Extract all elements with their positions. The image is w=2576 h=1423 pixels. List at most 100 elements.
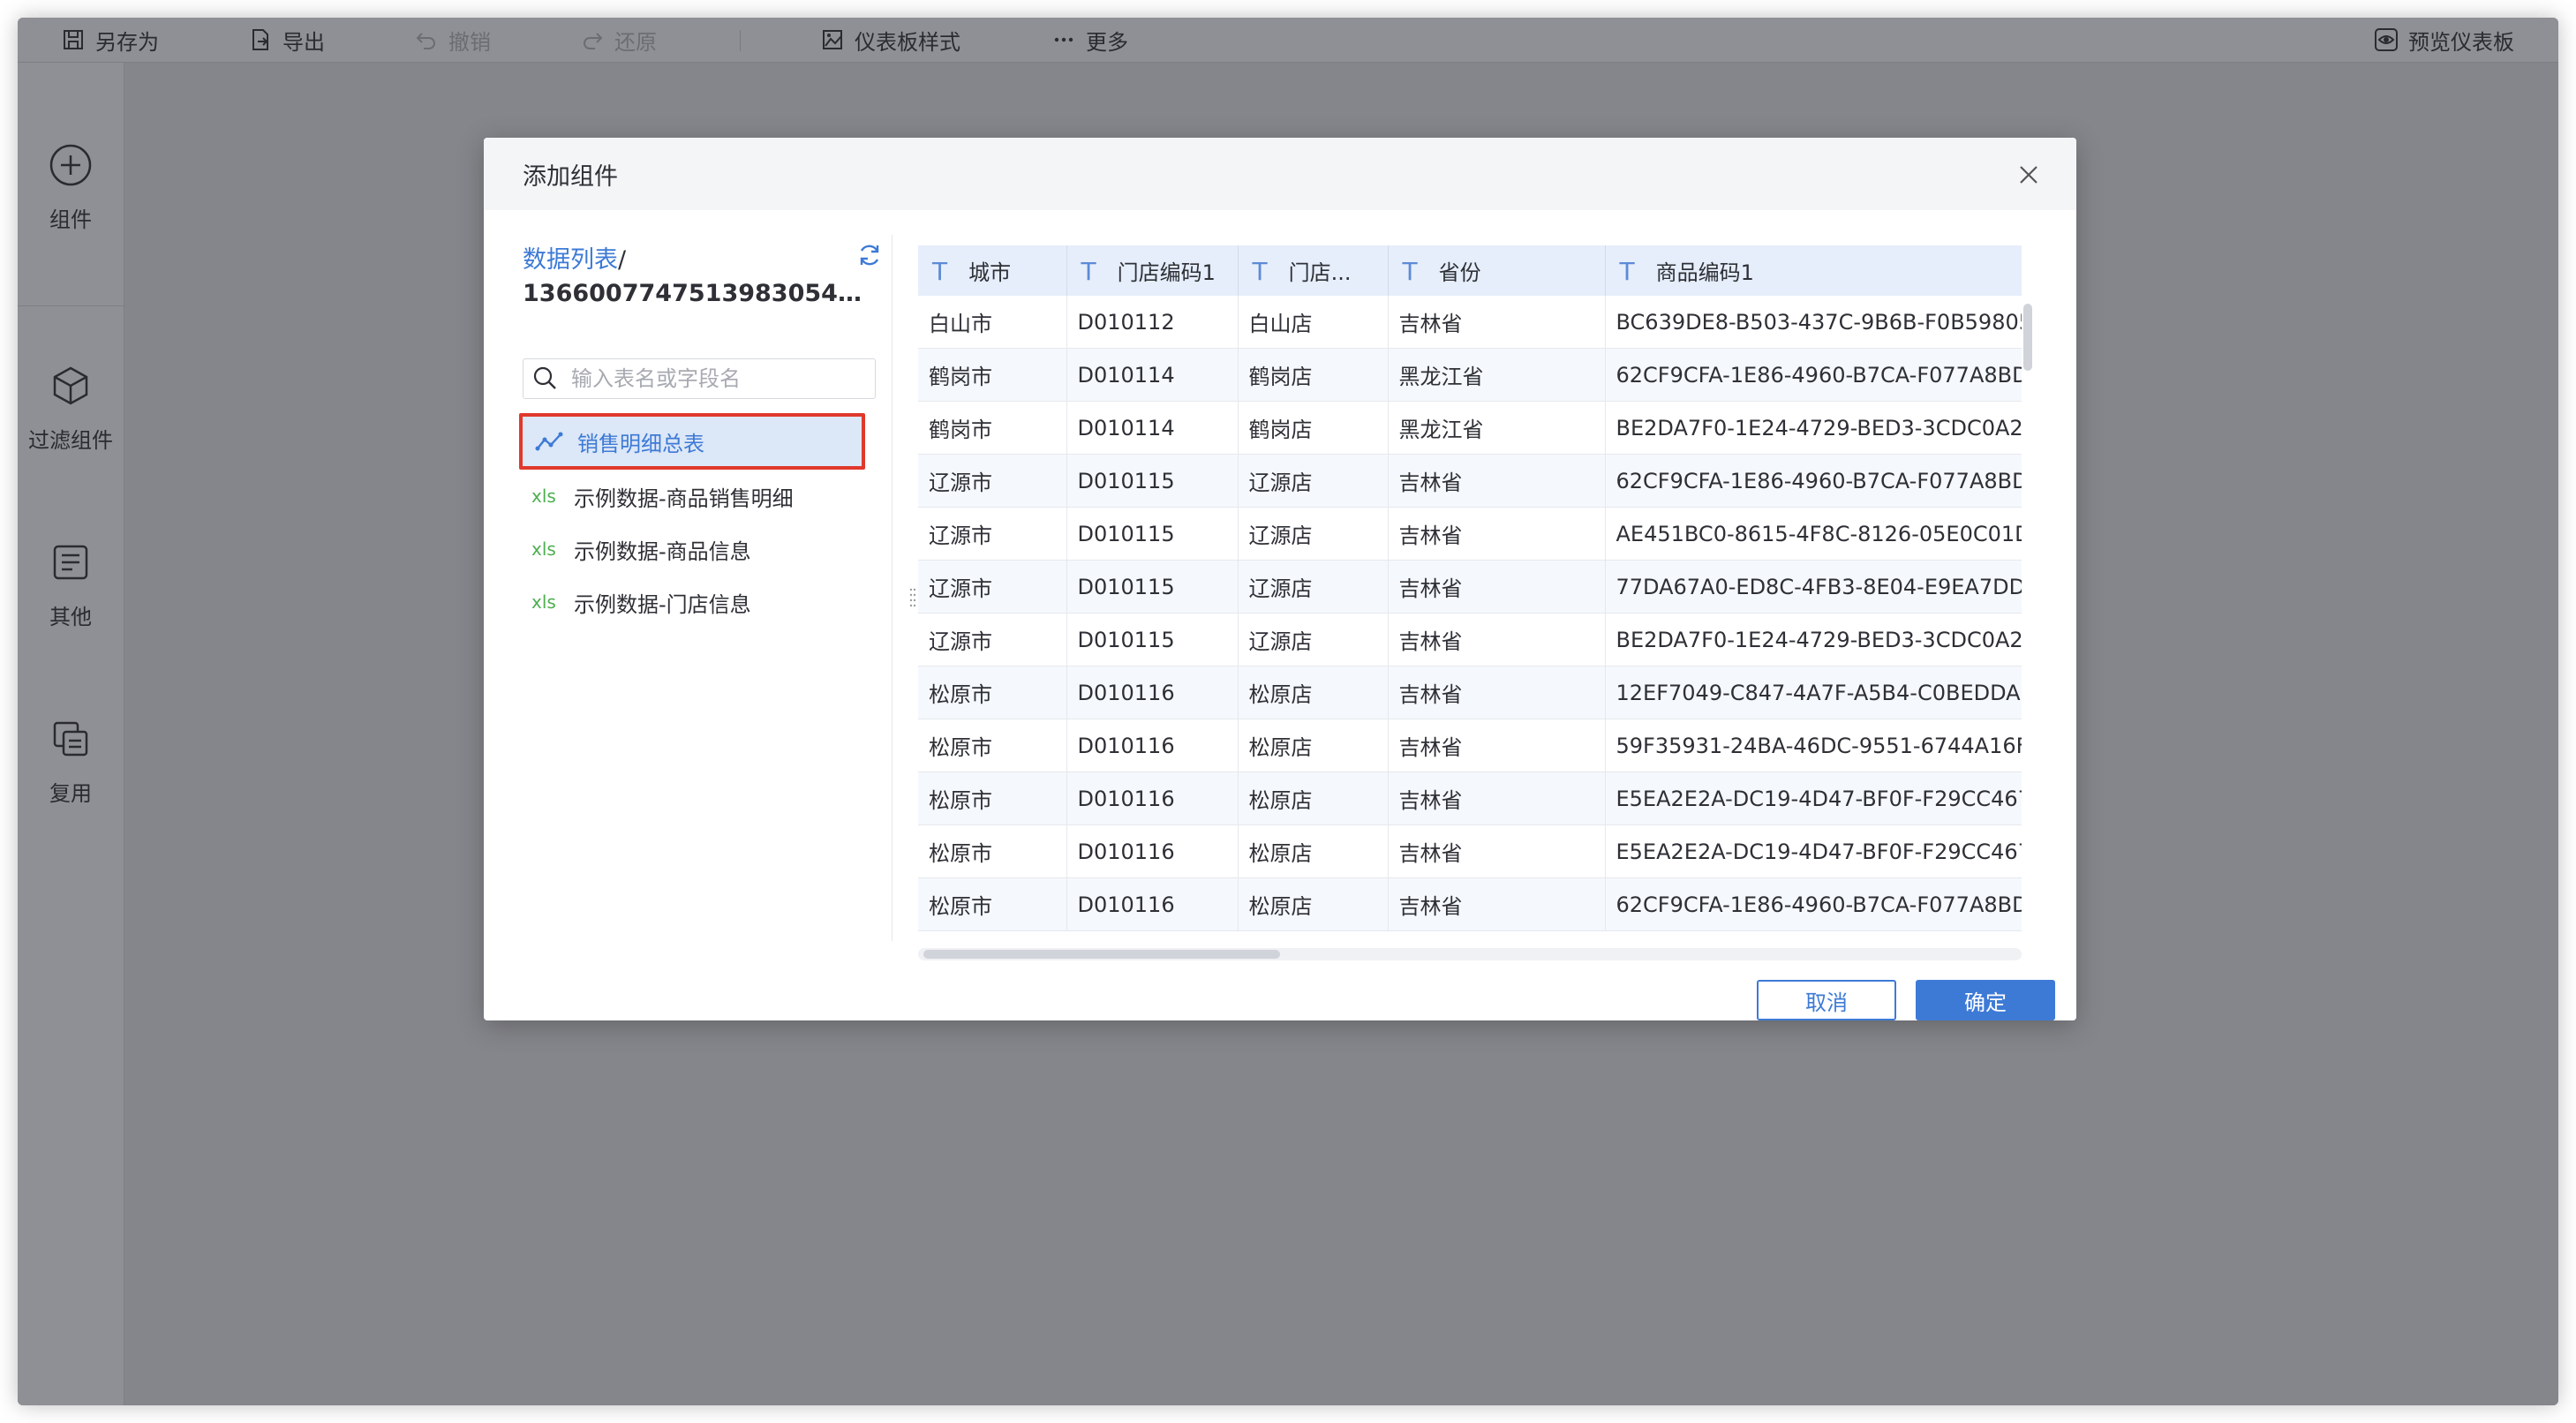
undo-button[interactable]: 撤销 [413, 18, 491, 62]
column-label: 门店编码1 [1117, 260, 1216, 285]
sidebar-item-filter[interactable]: 过滤组件 [18, 361, 124, 454]
breadcrumb: 数据列表/ 1366007747513983054@AD... [523, 244, 876, 311]
table-row[interactable]: 松原市 D010116 松原店 吉林省 59F35931-24BA-46DC-9551-… [918, 719, 2022, 772]
breadcrumb-account: 1366007747513983054@AD... [523, 280, 876, 307]
table-row[interactable]: 鹤岗市 D010114 鹤岗店 黑龙江省 BE2DA7F0-1E24-4729-BED3… [918, 401, 2022, 455]
save-as-button[interactable]: 另存为 [60, 18, 159, 62]
dashboard-style-button[interactable]: 仪表板样式 [819, 18, 960, 62]
table-item-sales-detail-summary[interactable]: 销售明细总表 [519, 413, 865, 470]
table-cell: D010114 [1066, 348, 1239, 402]
export-button[interactable]: 导出 [247, 18, 325, 62]
scrollbar-thumb[interactable] [923, 950, 1280, 959]
table-row[interactable]: 松原市 D010116 松原店 吉林省 62CF9CFA-1E86-4960-B7CA-… [918, 877, 2022, 931]
table-cell: 辽源店 [1238, 507, 1389, 561]
table-item-label: 示例数据-商品信息 [574, 538, 751, 564]
vertical-scrollbar[interactable] [2023, 304, 2032, 957]
table-cell: 辽源店 [1238, 454, 1389, 508]
table-row[interactable]: 辽源市 D010115 辽源店 吉林省 AE451BC0-8615-4F8C-8126-… [918, 507, 2022, 561]
sidebar-label-filter: 过滤组件 [28, 428, 113, 453]
sidebar-item-reuse[interactable]: 复用 [18, 714, 124, 807]
table-row[interactable]: 辽源市 D010115 辽源店 吉林省 77DA67A0-ED8C-4FB3-8E04-… [918, 560, 2022, 614]
cancel-button[interactable]: 取消 [1757, 980, 1896, 1020]
table-row[interactable]: 松原市 D010116 松原店 吉林省 E5EA2E2A-DC19-4D47-BF0F-… [918, 772, 2022, 825]
table-row[interactable]: 辽源市 D010115 辽源店 吉林省 BE2DA7F0-1E24-4729-BED3-… [918, 613, 2022, 666]
xls-icon: xls [531, 484, 563, 508]
more-button[interactable]: 更多 [1051, 18, 1128, 62]
table-item-sample-sales-detail[interactable]: xls 示例数据-商品销售明细 [519, 470, 890, 523]
scrollbar-thumb[interactable] [2023, 304, 2032, 371]
document-icon [46, 538, 95, 587]
table-row[interactable]: 松原市 D010116 松原店 吉林省 E5EA2E2A-DC19-4D47-BF0F-… [918, 824, 2022, 878]
more-label: 更多 [1086, 29, 1128, 55]
table-cell: 吉林省 [1388, 719, 1606, 772]
table-cell: D010116 [1066, 824, 1239, 878]
save-icon [60, 26, 87, 53]
search-field[interactable] [523, 358, 876, 399]
table-cell: D010115 [1066, 560, 1239, 614]
refresh-icon[interactable] [856, 242, 885, 270]
redo-button[interactable]: 还原 [579, 18, 657, 62]
table-cell: 黑龙江省 [1388, 348, 1606, 402]
table-cell: BE2DA7F0-1E24-4729-BED3-3CDC0A2E4 [1605, 401, 2022, 455]
table-cell: D010115 [1066, 507, 1239, 561]
table-row[interactable]: 白山市 D010112 白山店 吉林省 BC639DE8-B503-437C-9B6B-… [918, 296, 2022, 349]
table-cell: D010116 [1066, 772, 1239, 825]
sidebar-item-other[interactable]: 其他 [18, 538, 124, 630]
panel-divider [892, 235, 893, 941]
save-as-label: 另存为 [95, 29, 159, 55]
sidebar-label-other: 其他 [49, 605, 92, 629]
table-cell: D010116 [1066, 719, 1239, 772]
resize-handle[interactable] [909, 586, 916, 613]
table-row[interactable]: 松原市 D010116 松原店 吉林省 12EF7049-C847-4A7F-A5B4-… [918, 666, 2022, 719]
table-cell: 吉林省 [1388, 507, 1606, 561]
table-cell: 松原店 [1238, 719, 1389, 772]
table-cell: 辽源市 [918, 560, 1067, 614]
confirm-button[interactable]: 确定 [1916, 980, 2055, 1020]
column-header[interactable]: T 门店... [1238, 245, 1389, 296]
table-cell: 白山店 [1238, 296, 1389, 349]
image-style-icon [819, 26, 846, 53]
preview-dashboard-button[interactable]: 预览仪表板 [2373, 18, 2514, 62]
table-cell: 松原店 [1238, 772, 1389, 825]
column-header[interactable]: T 省份 [1388, 245, 1606, 296]
breadcrumb-data-list-link[interactable]: 数据列表 [523, 246, 618, 274]
table-row[interactable]: 鹤岗市 D010114 鹤岗店 黑龙江省 62CF9CFA-1E86-4960-B7CA… [918, 348, 2022, 402]
left-sidebar: 组件 过滤组件 其他 复用 [18, 63, 124, 1405]
table-item-label: 示例数据-商品销售明细 [574, 486, 794, 511]
table-cell: D010115 [1066, 454, 1239, 508]
sidebar-item-component[interactable]: 组件 [18, 140, 124, 233]
table-cell: D010116 [1066, 877, 1239, 931]
column-header[interactable]: T 门店编码1 [1066, 245, 1239, 296]
table-cell: D010115 [1066, 613, 1239, 666]
redo-label: 还原 [614, 29, 657, 55]
table-cell: AE451BC0-8615-4F8C-8126-05E0C01DDF [1605, 507, 2022, 561]
table-cell: 松原店 [1238, 666, 1389, 719]
table-cell: E5EA2E2A-DC19-4D47-BF0F-F29CC467A [1605, 772, 2022, 825]
table-cell: E5EA2E2A-DC19-4D47-BF0F-F29CC467A [1605, 824, 2022, 878]
table-cell: 62CF9CFA-1E86-4960-B7CA-F077A8BDD3 [1605, 454, 2022, 508]
search-input[interactable] [569, 365, 864, 392]
table-cell: 辽源店 [1238, 613, 1389, 666]
table-cell: 吉林省 [1388, 296, 1606, 349]
table-cell: 77DA67A0-ED8C-4FB3-8E04-E9EA7DD96 [1605, 560, 2022, 614]
table-row[interactable]: 辽源市 D010115 辽源店 吉林省 62CF9CFA-1E86-4960-B7CA-… [918, 454, 2022, 508]
column-header[interactable]: T 城市 [918, 245, 1067, 296]
table-item-sample-product-info[interactable]: xls 示例数据-商品信息 [519, 523, 890, 576]
plus-circle-icon [46, 140, 95, 190]
table-cell: 吉林省 [1388, 877, 1606, 931]
table-item-sample-store-info[interactable]: xls 示例数据-门店信息 [519, 576, 890, 629]
table-item-label: 销售明细总表 [577, 431, 704, 456]
analysis-table-icon [535, 429, 567, 454]
table-cell: 鹤岗店 [1238, 401, 1389, 455]
column-header[interactable]: T 商品编码1 [1605, 245, 2022, 296]
dashboard-style-label: 仪表板样式 [855, 29, 960, 55]
horizontal-scrollbar[interactable] [918, 948, 2022, 960]
table-cell: 62CF9CFA-1E86-4960-B7CA-F077A8BDD3 [1605, 877, 2022, 931]
sidebar-divider [18, 305, 124, 306]
close-button[interactable] [2013, 159, 2045, 191]
table-cell: 62CF9CFA-1E86-4960-B7CA-F077A8BDD3 [1605, 348, 2022, 402]
table-cell: 松原店 [1238, 877, 1389, 931]
xls-icon: xls [531, 537, 563, 561]
table-cell: 鹤岗市 [918, 401, 1067, 455]
table-cell: 辽源市 [918, 454, 1067, 508]
